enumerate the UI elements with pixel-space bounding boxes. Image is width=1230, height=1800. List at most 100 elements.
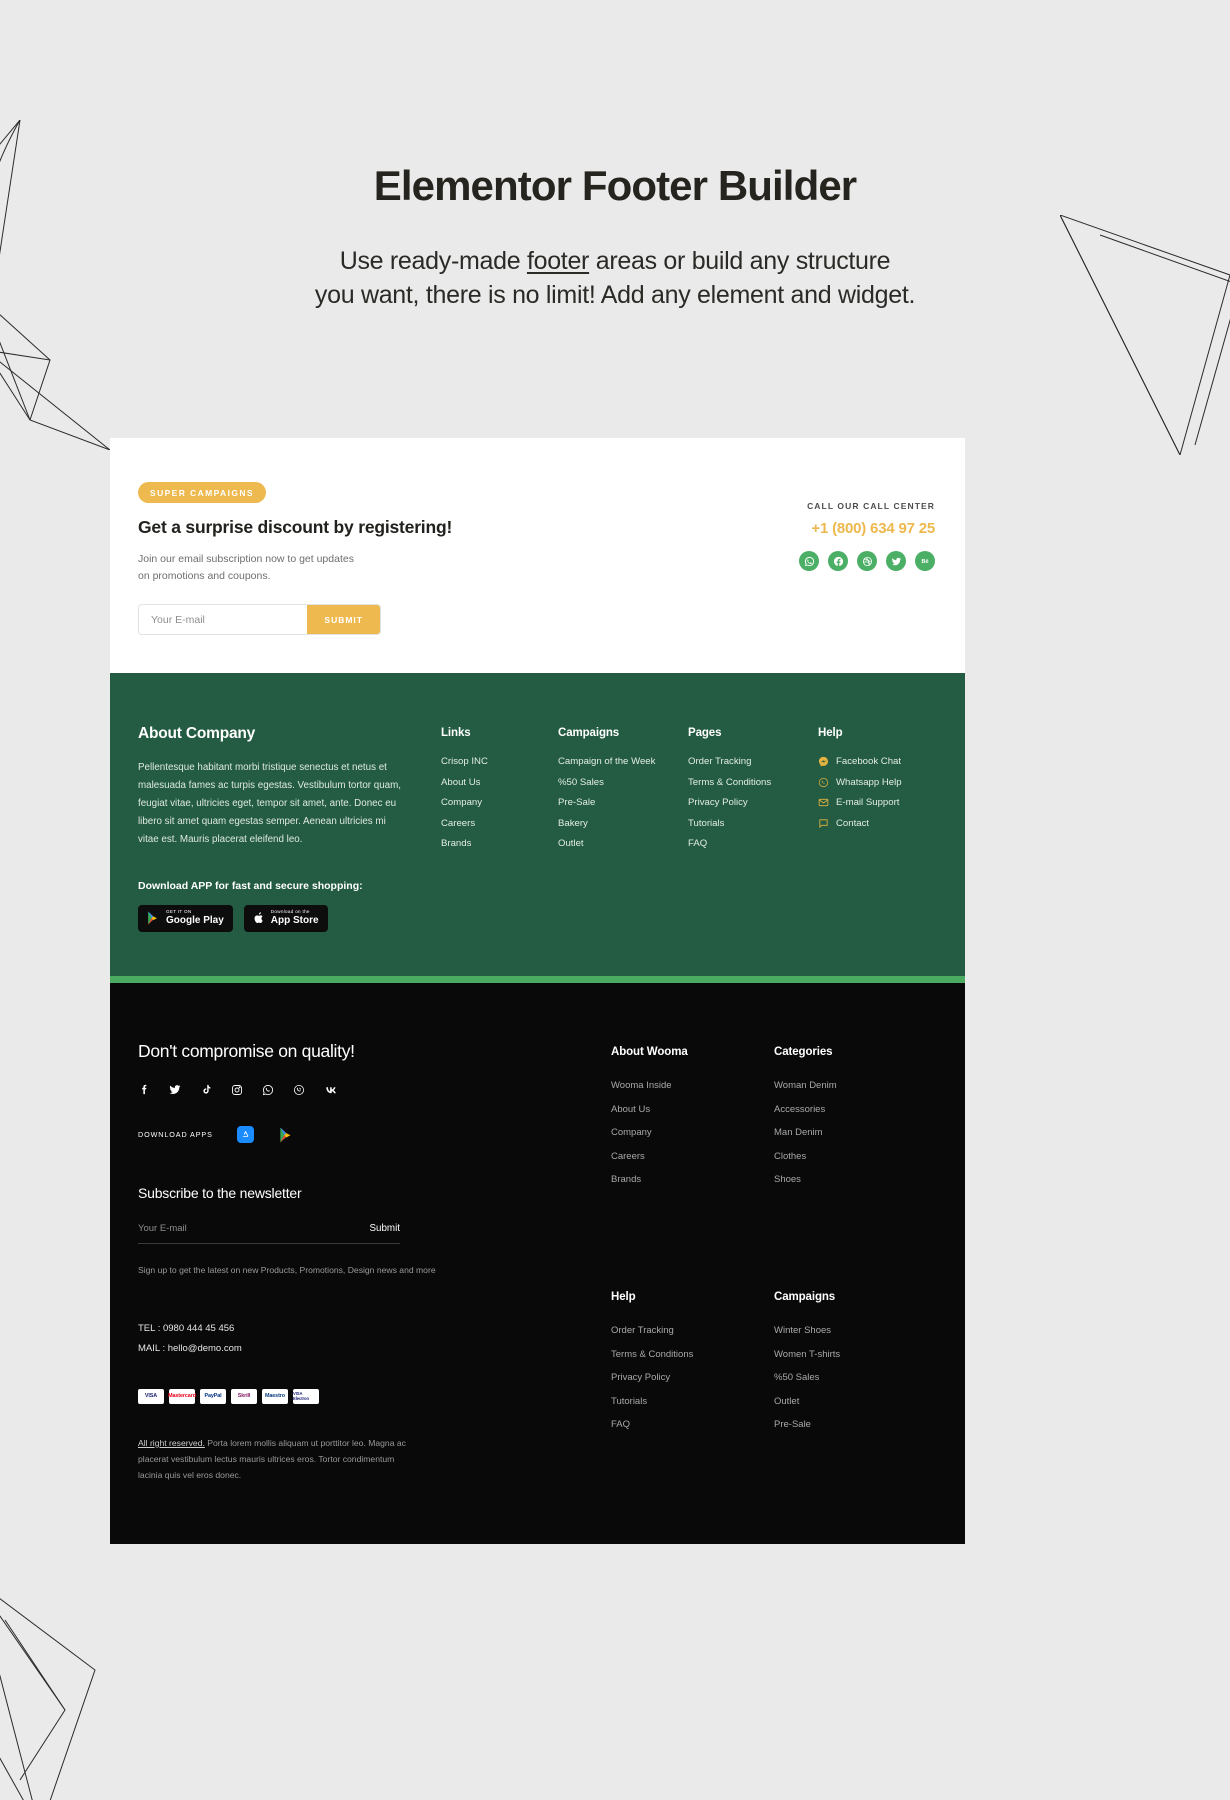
- dark-column-campaigns: Campaigns Winter Shoes Women T-shirts %5…: [774, 1291, 937, 1483]
- dark-link-item[interactable]: Shoes: [774, 1174, 937, 1185]
- viber-icon[interactable]: [293, 1084, 305, 1096]
- dark-submit-button[interactable]: Submit: [370, 1223, 401, 1234]
- dark-link-item[interactable]: Clothes: [774, 1151, 937, 1162]
- dark-link-item[interactable]: Man Denim: [774, 1127, 937, 1138]
- vk-icon[interactable]: [324, 1085, 338, 1095]
- green-link-item[interactable]: Brands: [441, 838, 558, 849]
- dark-link-item[interactable]: About Us: [611, 1104, 774, 1115]
- green-link-item[interactable]: Tutorials: [688, 818, 818, 829]
- hero-subtitle-part1: Use ready-made: [339, 247, 527, 275]
- whatsapp-icon[interactable]: [262, 1084, 274, 1096]
- green-column-pages: Pages Order Tracking Terms & Conditions …: [688, 727, 818, 932]
- hero-subtitle-line2: you want, there is no limit! Add any ele…: [314, 280, 916, 309]
- payment-visa-electron: VISA Electron: [293, 1388, 319, 1404]
- dark-link-item[interactable]: Terms & Conditions: [611, 1349, 774, 1360]
- contact-info: TEL : 0980 444 45 456 MAIL : hello@demo.…: [138, 1319, 575, 1359]
- dark-link-item[interactable]: Women T-shirts: [774, 1349, 937, 1360]
- green-link-item[interactable]: %50 Sales: [558, 777, 688, 788]
- dark-link-item[interactable]: Woman Denim: [774, 1080, 937, 1091]
- green-link-columns: Links Crisop INC About Us Company Career…: [401, 725, 935, 932]
- dark-footer-title: Don't compromise on quality!: [138, 1041, 355, 1061]
- facebook-icon[interactable]: [138, 1083, 149, 1096]
- google-play-small-label: GET IT ON: [166, 909, 192, 914]
- dark-link-item[interactable]: Order Tracking: [611, 1325, 774, 1336]
- dark-column-categories: Categories Woman Denim Accessories Man D…: [774, 1046, 937, 1238]
- dark-link-item[interactable]: Brands: [611, 1174, 774, 1185]
- dark-column-heading: Campaigns: [774, 1291, 836, 1304]
- email-input[interactable]: [139, 605, 308, 634]
- newsletter-block: SUPER CAMPAIGNS Get a surprise discount …: [110, 438, 965, 673]
- green-link-item[interactable]: Campaign of the Week: [558, 756, 688, 767]
- green-link-item[interactable]: Crisop INC: [441, 756, 558, 767]
- help-item-facebook-chat[interactable]: Facebook Chat: [818, 756, 935, 767]
- dark-social-links: [138, 1083, 575, 1096]
- dark-column-heading: Categories: [774, 1046, 833, 1058]
- help-item-label: Contact: [836, 817, 870, 829]
- facebook-icon[interactable]: [828, 551, 848, 571]
- payment-mastercard: Mastercard: [168, 1388, 196, 1404]
- dark-app-downloads: DOWNLOAD APPS: [138, 1126, 575, 1143]
- dribbble-icon[interactable]: [857, 551, 877, 571]
- dark-link-item[interactable]: Tutorials: [611, 1396, 774, 1407]
- dark-link-item[interactable]: Privacy Policy: [611, 1372, 774, 1383]
- payment-paypal: PayPal: [200, 1388, 226, 1404]
- submit-button[interactable]: SUBMIT: [307, 605, 380, 634]
- help-item-label: Facebook Chat: [836, 756, 902, 767]
- app-store-button[interactable]: Download on the App Store: [243, 904, 328, 932]
- payment-visa: VISA: [138, 1388, 164, 1404]
- whatsapp-icon[interactable]: [799, 551, 819, 571]
- call-center-phone[interactable]: +1 (800) 634 97 25: [799, 520, 935, 537]
- app-store-large-label: App Store: [270, 915, 319, 927]
- chat-bubble-icon: [819, 818, 828, 828]
- green-link-item[interactable]: Pre-Sale: [558, 797, 688, 808]
- app-store-icon[interactable]: [236, 1126, 254, 1143]
- dark-email-input[interactable]: [138, 1223, 288, 1234]
- hero-subtitle-underlined: footer: [526, 247, 590, 275]
- google-play-button[interactable]: GET IT ON Google Play: [138, 904, 233, 932]
- dark-link-item[interactable]: Winter Shoes: [774, 1325, 937, 1336]
- green-link-item[interactable]: Outlet: [558, 838, 688, 849]
- dark-payment-methods: VISA Mastercard PayPal Skrill Maestro VI…: [138, 1388, 575, 1404]
- dark-link-item[interactable]: Pre-Sale: [774, 1419, 937, 1430]
- green-link-item[interactable]: Bakery: [558, 818, 688, 829]
- help-item-label: E-mail Support: [836, 797, 900, 808]
- green-link-item[interactable]: Careers: [441, 818, 558, 829]
- dark-link-item[interactable]: Accessories: [774, 1104, 937, 1115]
- help-item-label: Whatsapp Help: [836, 776, 902, 788]
- download-apps-label: DOWNLOAD APPS: [138, 1130, 213, 1139]
- green-link-item[interactable]: FAQ: [688, 838, 818, 849]
- green-column-heading: Help: [818, 727, 843, 739]
- green-link-item[interactable]: Order Tracking: [688, 756, 818, 767]
- green-link-item[interactable]: Terms & Conditions: [688, 777, 818, 788]
- twitter-icon[interactable]: [168, 1083, 182, 1096]
- call-center-block: CALL OUR CALL CENTER +1 (800) 634 97 25: [799, 501, 935, 571]
- google-play-icon[interactable]: [278, 1126, 295, 1143]
- green-column-help: Help Facebook Chat Whatsapp Help E-mail …: [818, 727, 935, 932]
- green-link-item[interactable]: Company: [441, 797, 558, 808]
- dark-link-item[interactable]: Company: [611, 1127, 774, 1138]
- signup-note: Sign up to get the latest on new Product…: [138, 1265, 436, 1275]
- green-column-links: Links Crisop INC About Us Company Career…: [441, 727, 558, 932]
- copyright-link[interactable]: All right reserved.: [138, 1438, 205, 1448]
- help-item-whatsapp-help[interactable]: Whatsapp Help: [818, 777, 935, 788]
- dark-link-item[interactable]: %50 Sales: [774, 1372, 937, 1383]
- green-link-item[interactable]: About Us: [441, 777, 558, 788]
- behance-icon[interactable]: Bē: [915, 551, 935, 571]
- help-item-contact[interactable]: Contact: [818, 818, 935, 829]
- dark-link-item[interactable]: Outlet: [774, 1396, 937, 1407]
- green-link-item[interactable]: Privacy Policy: [688, 797, 818, 808]
- tiktok-icon[interactable]: [201, 1083, 212, 1096]
- twitter-icon[interactable]: [886, 551, 906, 571]
- help-item-email-support[interactable]: E-mail Support: [818, 797, 935, 808]
- google-play-large-label: Google Play: [166, 915, 224, 927]
- dark-link-item[interactable]: Wooma Inside: [611, 1080, 774, 1091]
- store-buttons: GET IT ON Google Play Download on the Ap…: [138, 904, 401, 932]
- dark-link-item[interactable]: FAQ: [611, 1419, 774, 1430]
- envelope-icon: [818, 798, 829, 807]
- dark-column-heading: About Wooma: [611, 1046, 688, 1058]
- messenger-icon: [818, 756, 828, 767]
- about-company-text: Pellentesque habitant morbi tristique se…: [138, 762, 402, 846]
- footer-template-one: SUPER CAMPAIGNS Get a surprise discount …: [110, 438, 965, 1013]
- dark-link-item[interactable]: Careers: [611, 1151, 774, 1162]
- instagram-icon[interactable]: [231, 1084, 243, 1096]
